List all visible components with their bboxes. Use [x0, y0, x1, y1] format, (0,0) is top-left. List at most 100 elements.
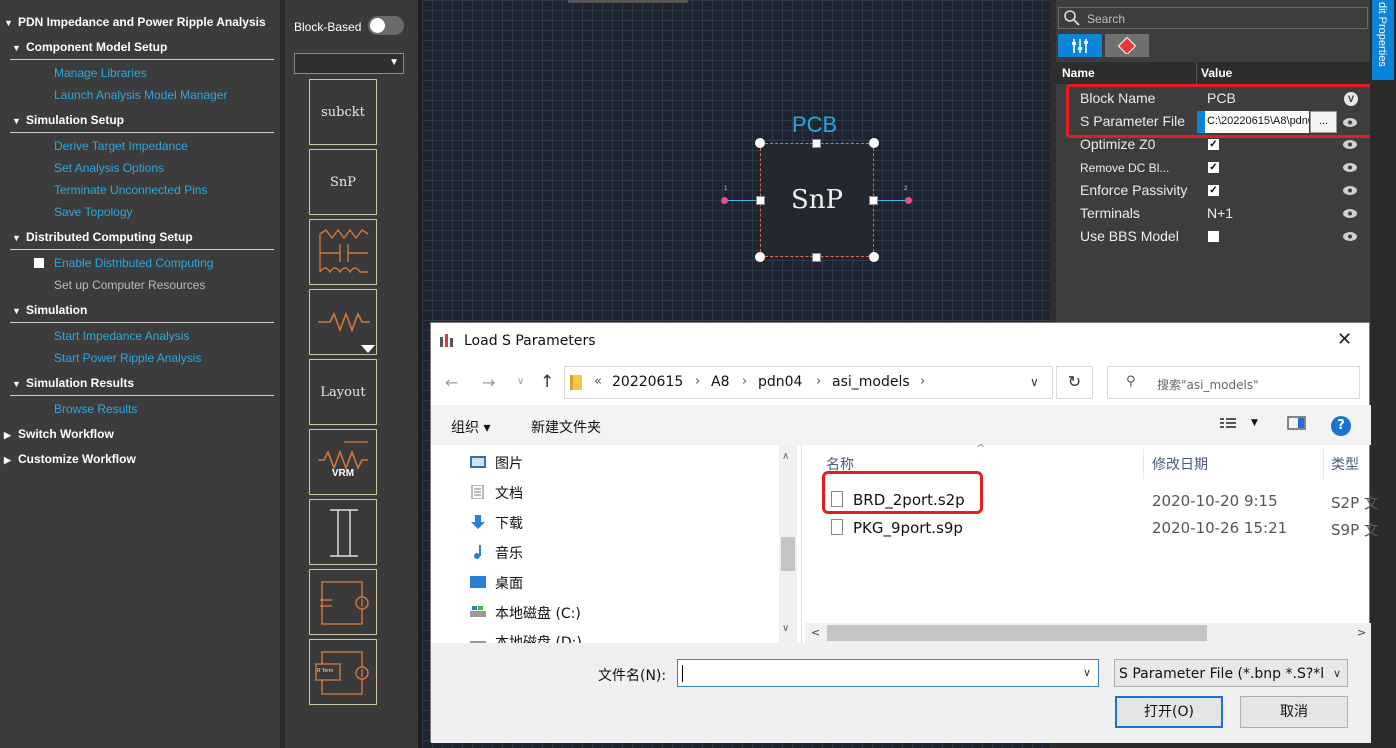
file-row-type[interactable]: S9P 文: [1331, 519, 1379, 540]
section-distributed-computing-setup[interactable]: ▼ Distributed Computing Setup: [12, 230, 193, 244]
column-header-date[interactable]: 修改日期: [1152, 454, 1208, 474]
breadcrumb-chevron-icon[interactable]: ›: [742, 374, 747, 389]
back-arrow-icon[interactable]: ←: [445, 373, 458, 392]
palette-category-select[interactable]: ▼: [294, 53, 404, 74]
resize-handle[interactable]: [869, 252, 879, 262]
breadcrumb-chevron-icon[interactable]: ›: [816, 374, 821, 389]
file-row-date[interactable]: 2020-10-20 9:15: [1152, 492, 1278, 510]
customize-workflow-item[interactable]: ▶ Customize Workflow: [4, 452, 136, 466]
eye-icon[interactable]: [1342, 139, 1358, 150]
tree-item-drive-c[interactable]: 本地磁盘 (C:): [495, 603, 581, 623]
tree-item-drive-d[interactable]: 本地磁盘 (D:): [495, 632, 582, 643]
tree-item-pictures[interactable]: 图片: [495, 453, 523, 473]
eye-icon[interactable]: [1342, 185, 1358, 196]
resize-handle[interactable]: [755, 252, 765, 262]
close-icon[interactable]: ✕: [1337, 329, 1352, 350]
tile-snp[interactable]: SnP: [309, 149, 377, 215]
launch-analysis-model-manager-link[interactable]: Launch Analysis Model Manager: [54, 88, 227, 102]
tab-events[interactable]: [1105, 34, 1149, 57]
tile-capacitor[interactable]: [309, 499, 377, 565]
preview-pane-icon[interactable]: [1287, 415, 1307, 431]
prop-value-terminals[interactable]: N+1: [1207, 205, 1233, 221]
view-options-icon[interactable]: [1219, 415, 1241, 431]
scroll-right-icon[interactable]: >: [1357, 626, 1366, 639]
tile-vrm[interactable]: VRM: [309, 429, 377, 495]
resize-handle[interactable]: [869, 138, 879, 148]
breadcrumb-item[interactable]: pdn04: [758, 374, 802, 390]
derive-target-impedance-link[interactable]: Derive Target Impedance: [54, 139, 188, 153]
resize-handle[interactable]: [812, 139, 821, 148]
start-power-ripple-analysis-link[interactable]: Start Power Ripple Analysis: [54, 351, 201, 365]
pin-2-dot[interactable]: [905, 197, 912, 204]
save-topology-link[interactable]: Save Topology: [54, 205, 133, 219]
tile-rterm-source[interactable]: R Term: [309, 639, 377, 705]
tile-resistor[interactable]: [309, 289, 377, 355]
breadcrumb-item[interactable]: asi_models: [832, 374, 910, 390]
chevron-down-icon[interactable]: ∨: [1030, 375, 1039, 389]
tile-subckt[interactable]: subckt: [309, 79, 377, 145]
file-list-hscrollbar[interactable]: < >: [805, 623, 1371, 643]
switch-workflow-item[interactable]: ▶ Switch Workflow: [4, 427, 114, 441]
resize-handle[interactable]: [869, 196, 878, 205]
breadcrumb-chevron-icon[interactable]: ›: [920, 374, 925, 389]
refresh-button[interactable]: ↻: [1056, 366, 1093, 399]
tile-lc-network[interactable]: [309, 219, 377, 285]
pin-1-dot[interactable]: [721, 197, 728, 204]
scroll-up-icon[interactable]: ∧: [782, 451, 789, 462]
block-based-toggle[interactable]: [368, 16, 404, 35]
file-row-type[interactable]: S2P 文: [1331, 492, 1379, 513]
tree-item-desktop[interactable]: 桌面: [495, 573, 523, 593]
browse-results-link[interactable]: Browse Results: [54, 402, 137, 416]
terminate-unconnected-pins-link[interactable]: Terminate Unconnected Pins: [54, 183, 207, 197]
breadcrumb-item[interactable]: A8: [711, 374, 729, 390]
section-simulation-results[interactable]: ▼ Simulation Results: [12, 376, 134, 390]
enable-distributed-computing-link[interactable]: Enable Distributed Computing: [54, 256, 213, 270]
column-divider[interactable]: [1143, 449, 1144, 479]
cancel-button[interactable]: 取消: [1240, 696, 1348, 728]
optimize-z0-checkbox[interactable]: ✓: [1208, 139, 1219, 150]
file-type-filter-select[interactable]: S Parameter File (*.bnp *.S?*l ∨: [1114, 659, 1348, 687]
resize-handle[interactable]: [756, 196, 765, 205]
tile-layout[interactable]: Layout: [309, 359, 377, 425]
resize-handle[interactable]: [755, 138, 765, 148]
eye-icon[interactable]: [1342, 231, 1358, 242]
breadcrumb-item[interactable]: 20220615: [612, 374, 683, 390]
recent-dropdown-icon[interactable]: ∨: [517, 376, 524, 387]
remove-dc-checkbox[interactable]: ✓: [1208, 162, 1219, 173]
tree-item-downloads[interactable]: 下载: [495, 513, 523, 533]
set-analysis-options-link[interactable]: Set Analysis Options: [54, 161, 164, 175]
column-header-type[interactable]: 类型: [1331, 454, 1359, 474]
column-divider[interactable]: [1323, 449, 1324, 479]
enable-distributed-computing-checkbox[interactable]: [34, 258, 44, 268]
section-simulation-setup[interactable]: ▼ Simulation Setup: [12, 113, 124, 127]
tree-item-documents[interactable]: 文档: [495, 483, 523, 503]
address-bar[interactable]: « 20220615 › A8 › pdn04 › asi_models › ∨: [564, 366, 1053, 399]
tree-scrollbar[interactable]: ∧ ∨: [779, 445, 797, 643]
forward-arrow-icon[interactable]: →: [482, 373, 495, 392]
tab-properties[interactable]: [1058, 34, 1102, 57]
column-divider[interactable]: [1196, 62, 1197, 84]
scroll-down-icon[interactable]: ∨: [782, 623, 789, 634]
properties-search-input[interactable]: Search: [1058, 7, 1368, 29]
manage-libraries-link[interactable]: Manage Libraries: [54, 66, 147, 80]
properties-side-tab[interactable]: dit Properties: [1370, 0, 1396, 330]
section-simulation[interactable]: ▼ Simulation: [12, 303, 87, 317]
scroll-left-icon[interactable]: <: [811, 626, 820, 639]
scrollbar-thumb[interactable]: [781, 537, 795, 571]
new-folder-button[interactable]: 新建文件夹: [531, 417, 601, 437]
filename-input[interactable]: ∨: [677, 659, 1099, 687]
organize-button[interactable]: 组织 ▾: [451, 417, 490, 437]
breadcrumb-overflow[interactable]: «: [594, 374, 602, 389]
open-button[interactable]: 打开(O): [1115, 696, 1223, 728]
workflow-title[interactable]: ▼ PDN Impedance and Power Ripple Analysis: [4, 15, 266, 29]
file-row-date[interactable]: 2020-10-26 15:21: [1152, 519, 1287, 537]
eye-icon[interactable]: [1342, 208, 1358, 219]
help-icon[interactable]: ?: [1331, 416, 1351, 436]
section-component-model-setup[interactable]: ▼ Component Model Setup: [12, 40, 167, 54]
up-arrow-icon[interactable]: ↑: [540, 372, 554, 392]
chevron-down-icon[interactable]: ∨: [1083, 666, 1091, 679]
folder-search-input[interactable]: ⚲ 搜索"asi_models": [1107, 366, 1360, 399]
enforce-passivity-checkbox[interactable]: ✓: [1208, 185, 1219, 196]
use-bbs-model-checkbox[interactable]: [1208, 231, 1219, 242]
breadcrumb-chevron-icon[interactable]: ›: [695, 374, 700, 389]
